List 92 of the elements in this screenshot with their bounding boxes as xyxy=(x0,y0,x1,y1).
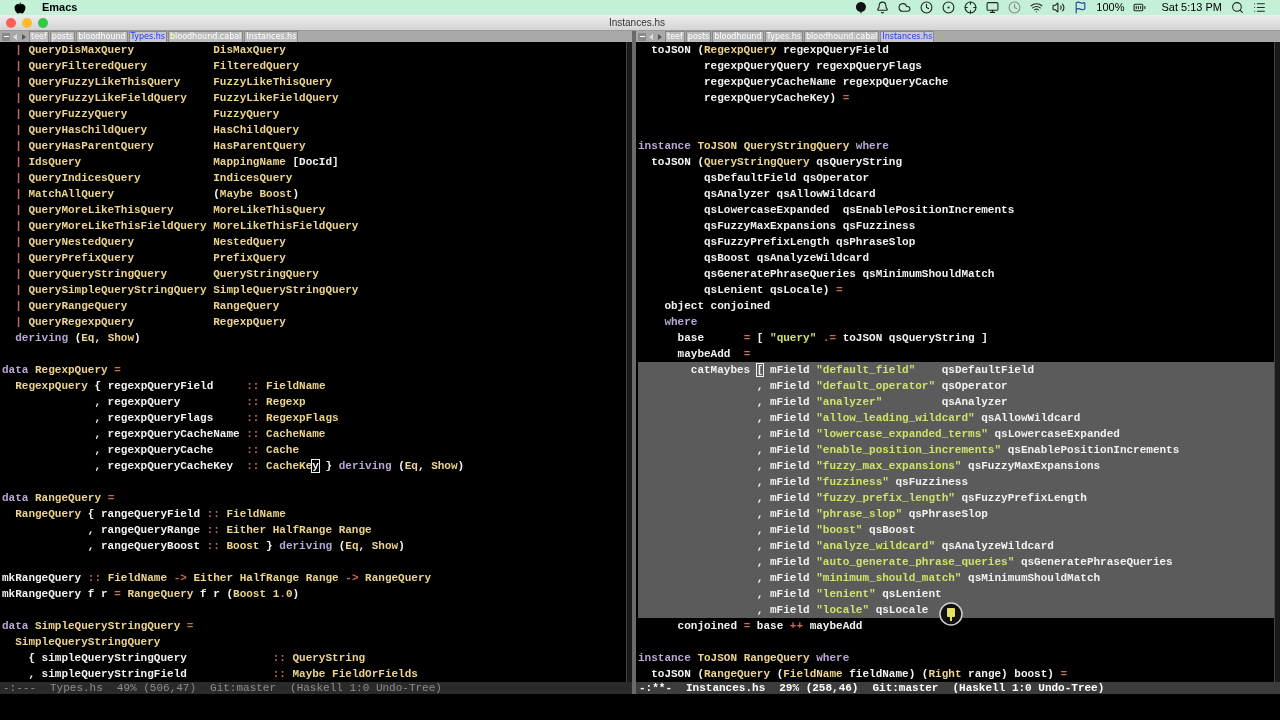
code-line: | QueryFilteredQuery FilteredQuery xyxy=(14,59,301,74)
code-line: , rangeQueryBoost :: Boost } deriving (Eq, Show) xyxy=(86,539,406,554)
code-line: toJSON (RegexpQuery regexpQueryField xyxy=(650,43,890,58)
buffer-name: Instances.hs xyxy=(686,682,766,694)
code-line: SimpleQueryStringQuery xyxy=(14,635,162,650)
volume-icon[interactable] xyxy=(1052,1,1066,14)
code-line: object conjoined xyxy=(663,299,772,314)
apple-icon[interactable] xyxy=(14,1,26,14)
minus-icon[interactable] xyxy=(638,32,646,41)
scrollbar[interactable] xyxy=(626,42,632,682)
list-icon[interactable] xyxy=(1253,1,1266,14)
code-line: qsGeneratePhraseQueries qsMinimumShouldMatch xyxy=(703,267,996,282)
major-mode: (Haskell 1:0 Undo-Tree) xyxy=(952,682,1105,694)
code-line: instance ToJSON RangeQuery where xyxy=(638,651,851,666)
code-line: , regexpQueryFlags :: RegexpFlags xyxy=(93,411,340,426)
code-line: qsLowercaseExpanded qsEnablePositionIncrements xyxy=(703,203,1016,218)
code-line: mkRangeQuery :: FieldName -> Either HalfRange Range -> RangeQuery xyxy=(2,571,433,586)
cloud-icon[interactable] xyxy=(898,1,912,14)
search-icon[interactable] xyxy=(1231,1,1244,14)
wifi-icon[interactable] xyxy=(1030,1,1044,14)
code-line: | QueryFuzzyQuery FuzzyQuery xyxy=(14,107,281,122)
code-line: maybeAdd = xyxy=(676,347,752,362)
battery-icon[interactable] xyxy=(1133,1,1147,14)
right-arrow-icon[interactable] xyxy=(656,32,664,41)
code-line: qsDefaultField qsOperator xyxy=(703,171,871,186)
code-line: , simpleQueryStringField :: Maybe FieldOrFields xyxy=(27,667,419,682)
code-line: toJSON (QueryStringQuery qsQueryString xyxy=(650,155,904,170)
code-line: | QueryFuzzyLikeFieldQuery FuzzyLikeFieldQuery xyxy=(14,91,340,106)
display-icon[interactable] xyxy=(986,1,1000,14)
code-line: | MatchAllQuery (Maybe Boost) xyxy=(14,187,301,202)
major-mode: (Haskell 1:0 Undo-Tree) xyxy=(290,682,442,694)
code-line: | QueryMoreLikeThisQuery MoreLikeThisQuery xyxy=(14,203,327,218)
code-line: base = [ "query" .= toJSON qsQueryString ] xyxy=(676,331,989,346)
code-line: qsFuzzyPrefixLength qsPhraseSlop xyxy=(703,235,917,250)
code-line: , regexpQueryCacheName :: CacheName xyxy=(93,427,327,442)
clock-icon[interactable] xyxy=(920,1,934,14)
code-line: deriving (Eq, Show) xyxy=(14,331,142,346)
code-line: data RangeQuery = xyxy=(2,491,116,506)
clock[interactable]: Sat 5:13 PM xyxy=(1161,0,1222,16)
code-line: regexpQueryQuery regexpQueryFlags xyxy=(703,59,923,74)
record-icon[interactable] xyxy=(942,1,956,14)
code-line: | QuerySimpleQueryStringQuery SimpleQueryStringQuery xyxy=(14,283,360,298)
code-line: RangeQuery { rangeQueryField :: FieldName xyxy=(14,507,287,522)
code-line: | QueryRegexpQuery RegexpQuery xyxy=(14,315,287,330)
code-line: | QueryFuzzyLikeThisQuery FuzzyLikeThisQuery xyxy=(14,75,334,90)
code-line: data RegexpQuery = xyxy=(2,363,122,378)
code-line: | QueryIndicesQuery IndicesQuery xyxy=(14,171,294,186)
code-line: data SimpleQueryStringQuery = xyxy=(2,619,195,634)
buffer-state: -:**- xyxy=(639,682,672,694)
code-line: mkRangeQuery f r = RangeQuery f r (Boost 1.0) xyxy=(2,587,301,602)
code-line: , regexpQuery :: Regexp xyxy=(93,395,307,410)
bell-icon[interactable] xyxy=(876,1,890,14)
vc-branch: Git:master xyxy=(210,682,277,694)
code-line: where xyxy=(663,315,699,330)
battery-percent: 100% xyxy=(1096,0,1125,16)
code-line: | QueryMoreLikeThisFieldQuery MoreLikeThisFieldQuery xyxy=(14,219,360,234)
code-line: | QueryHasChildQuery HasChildQuery xyxy=(14,123,301,138)
code-line: regexpQueryCacheName regexpQueryCache xyxy=(703,75,950,90)
code-line: qsFuzzyMaxExpansions qsFuzziness xyxy=(703,219,917,234)
code-line: | IdsQuery MappingName [DocId] xyxy=(14,155,340,170)
code-line: regexpQueryCacheKey) = xyxy=(703,91,851,106)
code-line: , regexpQueryCache :: Cache xyxy=(93,443,301,458)
code-line: | QueryQueryStringQuery QueryStringQuery xyxy=(14,267,320,282)
vc-branch: Git:master xyxy=(872,682,939,694)
cursor-position: 29% (258,46) xyxy=(779,682,859,694)
code-line: toJSON (RangeQuery (FieldName fieldName) (Right range) boost) = xyxy=(650,667,1069,682)
buffer-state: -:--- xyxy=(3,682,36,694)
right-arrow-icon[interactable] xyxy=(20,32,28,41)
time-machine-icon[interactable] xyxy=(1008,1,1022,14)
code-line: qsLenient qsLocale) = xyxy=(703,283,844,298)
code-line: , rangeQueryRange :: Either HalfRange Range xyxy=(86,523,373,538)
code-line: | QueryHasParentQuery HasParentQuery xyxy=(14,139,307,154)
flag-icon[interactable] xyxy=(1074,1,1088,14)
window-title: Instances.hs xyxy=(608,16,667,30)
pointer-icon xyxy=(938,601,964,627)
code-line: | QueryRangeQuery RangeQuery xyxy=(14,299,281,314)
code-line: qsAnalyzer qsAllowWildcard xyxy=(703,187,877,202)
app-menu[interactable]: Emacs xyxy=(42,0,78,16)
minus-icon[interactable] xyxy=(2,32,10,41)
scrollbar[interactable] xyxy=(1274,42,1280,682)
buffer-name: Types.hs xyxy=(50,682,103,694)
code-line: | QueryNestedQuery NestedQuery xyxy=(14,235,287,250)
code-line: RegexpQuery { regexpQueryField :: FieldName xyxy=(14,379,327,394)
code-line: { simpleQueryStringQuery :: QueryString xyxy=(27,651,367,666)
cursor-position: 49% (506,47) xyxy=(116,682,197,694)
crosshair-icon[interactable] xyxy=(964,1,978,14)
code-line: | QueryPrefixQuery PrefixQuery xyxy=(14,251,287,266)
code-line: conjoined = base ++ maybeAdd xyxy=(676,619,864,634)
close-button[interactable] xyxy=(6,17,16,28)
code-line: | QueryDisMaxQuery DisMaxQuery xyxy=(14,43,287,58)
code-line: instance ToJSON QueryStringQuery where xyxy=(638,139,890,154)
code-line: qsBoost qsAnalyzeWildcard xyxy=(703,251,871,266)
